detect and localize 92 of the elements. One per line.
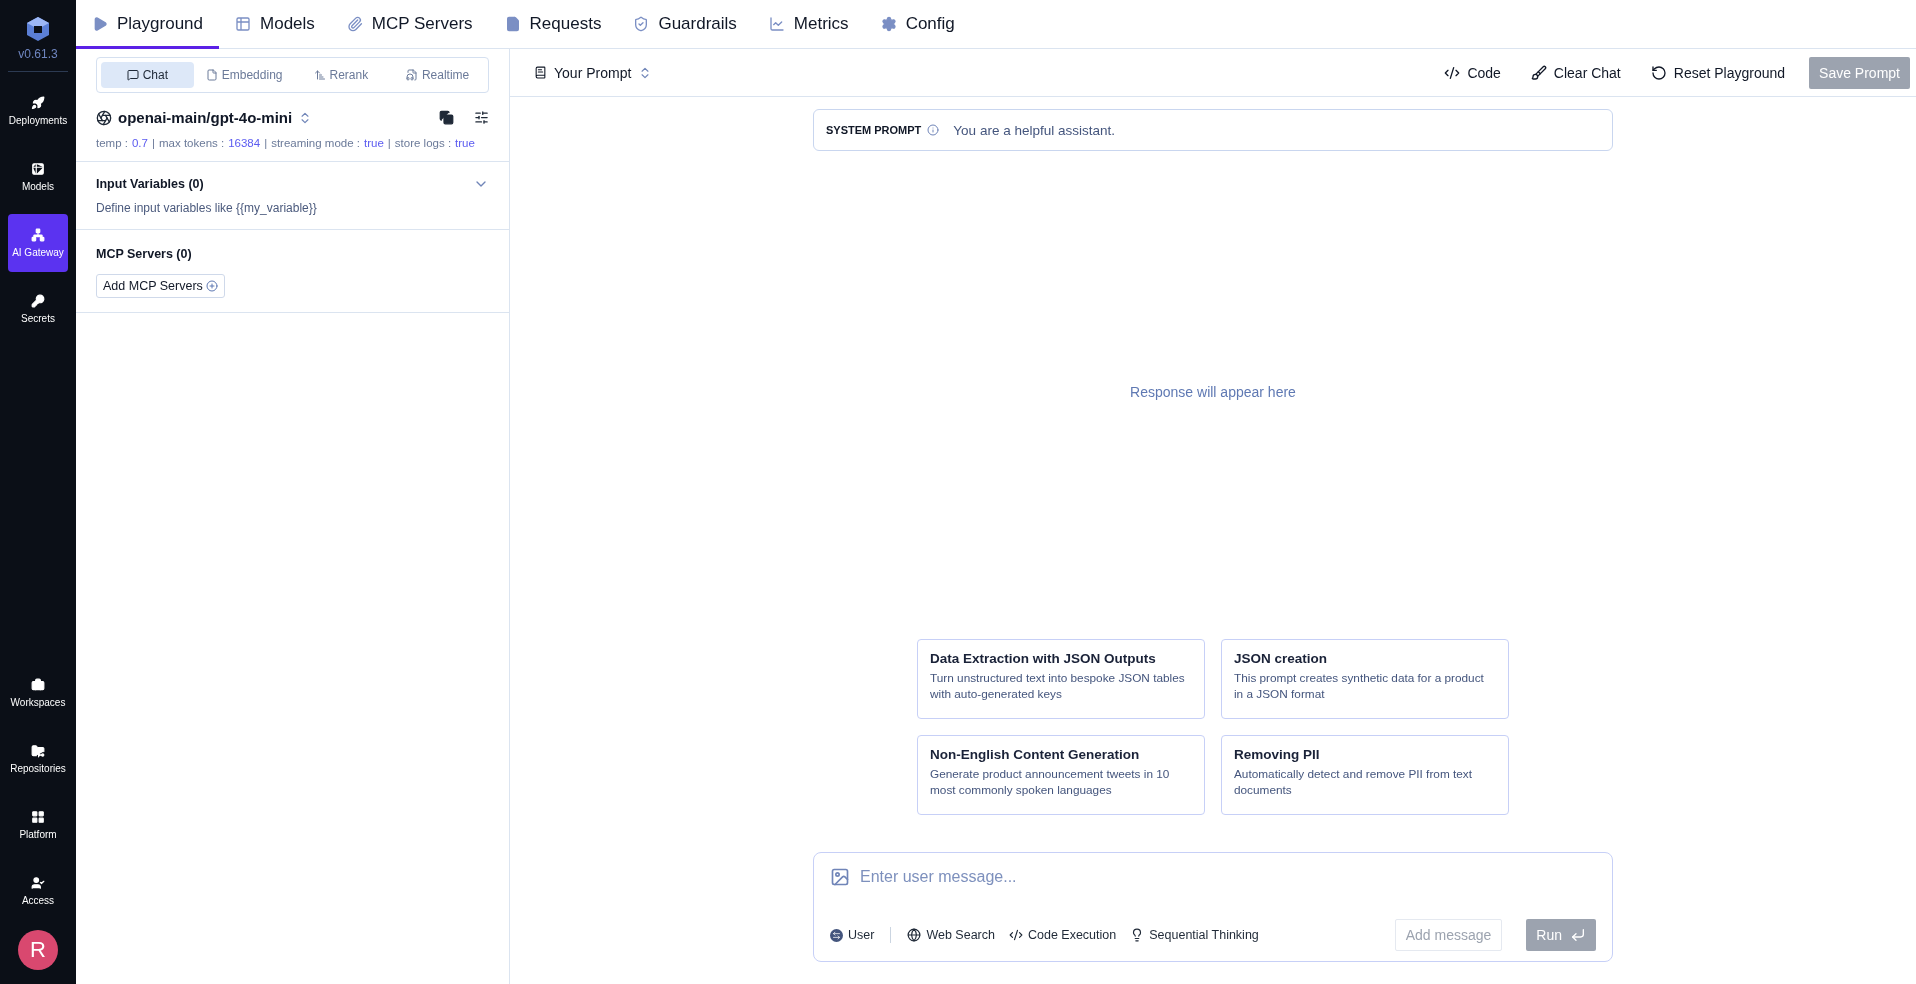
card-title: Removing PII	[1234, 747, 1321, 762]
suggestion-card[interactable]: JSON creation This prompt creates synthetic data for a product in a JSON format	[1221, 639, 1509, 719]
model-name: openai-main/gpt-4o-mini	[118, 109, 293, 126]
play-icon	[92, 16, 108, 32]
brush-icon	[1530, 64, 1547, 81]
card-title: Non-English Content Generation	[930, 747, 1141, 762]
separator-text: |	[387, 137, 391, 149]
nav-tab[interactable]: Models	[219, 0, 331, 49]
shield-icon	[633, 16, 650, 32]
sidebar-item[interactable]: Secrets	[8, 280, 68, 338]
sidebar-item[interactable]: Deployments	[8, 82, 68, 140]
code-icon	[1008, 928, 1023, 942]
prompt-selector[interactable]: Your Prompt	[528, 63, 659, 82]
param-value: true	[364, 137, 384, 149]
briefcase-icon	[31, 678, 45, 692]
folder-icon	[31, 744, 45, 758]
tool-toggle[interactable]: Web Search	[907, 928, 995, 942]
system-prompt-label: SYSTEM PROMPT	[826, 124, 922, 136]
copy-button[interactable]	[439, 110, 454, 125]
image-icon[interactable]	[830, 867, 850, 887]
card-description: Automatically detect and remove PII from text documents	[1234, 766, 1473, 798]
mode-tab[interactable]: Embedding	[197, 62, 291, 88]
param-label: temp :	[96, 137, 128, 149]
card-title: JSON creation	[1234, 651, 1329, 666]
suggestion-card[interactable]: Data Extraction with JSON Outputs Turn unstructured text into bespoke JSON tables with auto-generated keys	[917, 639, 1205, 719]
nav-tab[interactable]: Requests	[488, 0, 618, 49]
sort-icon	[313, 69, 326, 81]
card-description: Generate product announcement tweets in 10 most commonly spoken languages	[930, 766, 1171, 798]
mode-tab[interactable]: Rerank	[294, 62, 388, 88]
add-mcp-servers-button[interactable]: Add MCP Servers	[96, 274, 225, 298]
sidebar-item[interactable]: Workspaces	[8, 664, 68, 722]
separator-text: |	[151, 137, 155, 149]
param-value: true	[455, 137, 475, 149]
document-icon	[205, 69, 218, 81]
grid-icon	[31, 810, 45, 824]
cube-logo-icon	[25, 16, 51, 42]
book-icon	[534, 66, 547, 79]
settings-icon	[880, 16, 897, 32]
nav-tab[interactable]: Playground	[76, 0, 219, 49]
version-label: v0.61.3	[18, 47, 58, 61]
undo-icon	[1650, 64, 1667, 81]
line-chart-icon	[768, 16, 785, 32]
user-check-icon	[31, 876, 45, 890]
plus-circle-icon	[205, 280, 218, 292]
param-value: 0.7	[131, 137, 148, 149]
nav-tab[interactable]: Metrics	[752, 0, 865, 49]
sidebar-item[interactable]: Models	[8, 148, 68, 206]
enter-key-icon	[1570, 927, 1586, 943]
role-selector[interactable]: User	[830, 928, 875, 942]
card-description: Turn unstructured text into bespoke JSON tables with auto-generated keys	[930, 670, 1186, 702]
sidebar-item[interactable]: Access	[8, 862, 68, 920]
aperture-icon	[96, 109, 112, 126]
globe-icon	[907, 928, 922, 942]
system-prompt-text: You are a helpful assistant.	[953, 122, 1115, 138]
network-icon	[31, 228, 45, 242]
info-icon	[927, 124, 940, 136]
section-title: Input Variables (0)	[96, 177, 204, 191]
mode-tab[interactable]: Chat	[101, 62, 194, 88]
rocket-icon	[31, 96, 45, 110]
suggestion-card[interactable]: Removing PII Automatically detect and remove PII from text documents	[1221, 735, 1509, 815]
suggestion-card[interactable]: Non-English Content Generation Generate product announcement tweets in 10 most commonly spoken languages	[917, 735, 1205, 815]
param-label: streaming mode :	[271, 137, 360, 149]
toolbar-action[interactable]: Clear Chat	[1518, 64, 1633, 81]
card-title: Data Extraction with JSON Outputs	[930, 651, 1157, 666]
section-title: MCP Servers (0)	[96, 247, 192, 261]
account-avatar[interactable]: R	[18, 930, 58, 970]
key-icon	[31, 294, 45, 308]
tool-toggle[interactable]: Code Execution	[1008, 928, 1117, 942]
toolbar-action[interactable]: Code	[1432, 64, 1513, 81]
sidebar-item[interactable]: AI Gateway	[8, 214, 68, 272]
tool-toggle[interactable]: Sequential Thinking	[1130, 928, 1259, 942]
paperclip-icon	[346, 16, 363, 32]
system-prompt-field[interactable]: SYSTEM PROMPT You are a helpful assistant.	[813, 109, 1613, 151]
param-label: store logs :	[394, 137, 452, 149]
code-icon	[1444, 64, 1461, 81]
section-description: Define input variables like {{my_variable}}	[96, 201, 318, 215]
audio-file-icon	[405, 69, 418, 81]
nav-tab[interactable]: Config	[864, 0, 971, 49]
sidebar-item[interactable]: Repositories	[8, 730, 68, 788]
card-description: This prompt creates synthetic data for a product in a JSON format	[1234, 670, 1485, 702]
settings-button[interactable]	[474, 110, 489, 125]
toolbar-action[interactable]: Reset Playground	[1638, 64, 1798, 81]
nav-tab[interactable]: MCP Servers	[330, 0, 489, 49]
mode-tab[interactable]: Realtime	[391, 62, 484, 88]
param-value: 16384	[228, 137, 261, 149]
empty-state-text: Response will appear here	[1130, 384, 1296, 400]
nav-tab[interactable]: Guardrails	[617, 0, 753, 49]
sidebar-item[interactable]: Platform	[8, 796, 68, 854]
swap-arrows-icon	[830, 928, 843, 942]
separator-text: |	[264, 137, 268, 149]
param-label: max tokens :	[158, 137, 225, 149]
chat-bubble-icon	[126, 69, 139, 81]
